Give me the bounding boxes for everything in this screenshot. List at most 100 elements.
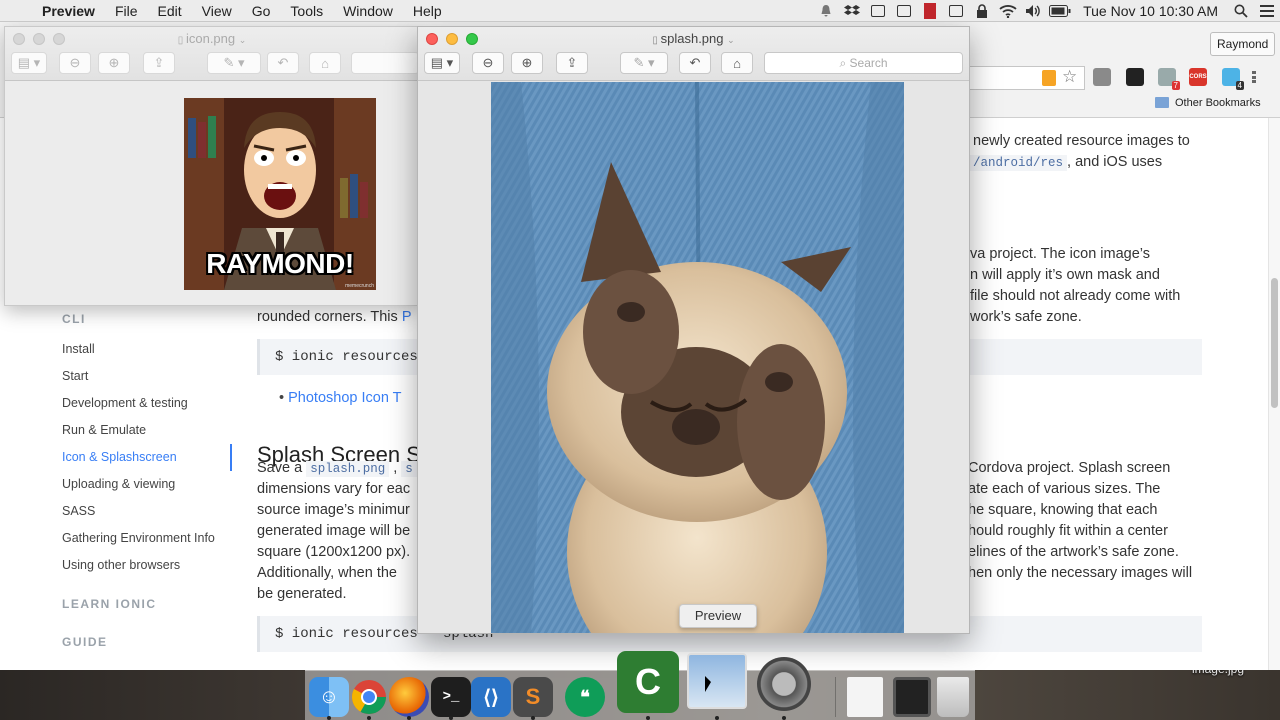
doc-text: source image’s minimur xyxy=(257,502,410,518)
bookmark-folder-icon xyxy=(1155,97,1169,108)
doc-text: ate each of various sizes. The xyxy=(968,481,1161,497)
grid-app-icon[interactable] xyxy=(893,3,915,19)
splash-preview-window[interactable]: ▯ splash.png ⌄ ▤ ▾ ⊖ ⊕ ⇪ ✎ ▾ ↶ ⌂ ⌕ Searc… xyxy=(417,26,970,634)
wifi-icon[interactable] xyxy=(997,3,1019,19)
sidebar-item-icon-splashscreen[interactable]: Icon & Splashscreen xyxy=(62,444,232,471)
menu-go[interactable]: Go xyxy=(242,0,281,22)
extension-badge: 4 xyxy=(1235,81,1244,90)
doc-text: generated image will be xyxy=(257,523,411,539)
finder-icon[interactable]: ☺ xyxy=(309,677,349,717)
extension-cors-icon[interactable]: CORS xyxy=(1189,68,1207,86)
browser-menu-icon[interactable] xyxy=(1252,68,1258,86)
chrome-icon[interactable] xyxy=(349,677,389,717)
menu-window[interactable]: Window xyxy=(333,0,403,22)
running-indicator xyxy=(715,716,719,720)
sidebar-item-install[interactable]: Install xyxy=(62,336,232,363)
running-indicator xyxy=(407,716,411,720)
bookmark-star-icon[interactable]: ☆ xyxy=(1062,67,1077,87)
share-button[interactable]: ⇪ xyxy=(143,52,175,74)
volume-icon[interactable] xyxy=(1023,3,1045,19)
extension-layers-icon[interactable] xyxy=(1126,68,1144,86)
sidebar-item-development[interactable]: Development & testing xyxy=(62,390,232,417)
notification-center-icon[interactable] xyxy=(1254,0,1280,22)
mouse-cursor xyxy=(705,676,711,692)
doc-text: Additionally, when the xyxy=(257,565,397,581)
share-button[interactable]: ⇪ xyxy=(556,52,588,74)
doc-text: he square, knowing that each xyxy=(968,502,1158,518)
notification-bell-icon[interactable] xyxy=(815,3,837,19)
kitten-photo xyxy=(491,82,904,633)
sidebar-heading-guide[interactable]: GUIDE xyxy=(62,635,232,649)
sidebar-item-environment-info[interactable]: Gathering Environment Info xyxy=(62,525,232,552)
battery-icon[interactable] xyxy=(1049,3,1071,19)
hangouts-icon[interactable]: ❝ xyxy=(565,677,605,717)
zoom-out-button[interactable]: ⊖ xyxy=(472,52,504,74)
doc-text: , and iOS uses xyxy=(1067,154,1163,170)
rotate-button[interactable]: ↶ xyxy=(679,52,711,74)
doc-text: square (1200x1200 px). xyxy=(257,544,411,560)
menu-tools[interactable]: Tools xyxy=(280,0,333,22)
sidebar-toggle-button[interactable]: ▤ ▾ xyxy=(11,52,47,74)
inline-code: splash.png xyxy=(306,461,390,477)
screen-mirror-icon[interactable] xyxy=(945,3,967,19)
firefox-icon[interactable] xyxy=(389,677,429,717)
spotlight-search-icon[interactable] xyxy=(1230,3,1252,19)
sidebar-toggle-button[interactable]: ▤ ▾ xyxy=(424,52,460,74)
sidebar-heading-learn[interactable]: LEARN IONIC xyxy=(62,597,232,611)
system-preferences-icon[interactable] xyxy=(757,657,811,711)
rss-icon[interactable] xyxy=(1042,70,1056,86)
page-scrollbar[interactable] xyxy=(1268,118,1280,670)
window-titlebar[interactable]: ▯ icon.png ⌄ ▤ ▾ ⊖ ⊕ ⇪ ✎ ▾ ↶ ⌂ xyxy=(5,27,419,81)
dropbox-icon[interactable] xyxy=(841,3,863,19)
markup-button[interactable]: ✎ ▾ xyxy=(207,52,261,74)
menubar-clock[interactable]: Tue Nov 10 10:30 AM xyxy=(1073,3,1228,19)
evernote-icon[interactable] xyxy=(867,3,889,19)
sidebar-item-uploading[interactable]: Uploading & viewing xyxy=(62,471,232,498)
menu-file[interactable]: File xyxy=(105,0,148,22)
menu-app-name[interactable]: Preview xyxy=(38,0,105,22)
doc-text: n will apply it’s own mask and xyxy=(970,267,1160,283)
lock-icon[interactable] xyxy=(971,3,993,19)
menu-view[interactable]: View xyxy=(192,0,242,22)
window-titlebar[interactable]: ▯ splash.png ⌄ ▤ ▾ ⊖ ⊕ ⇪ ✎ ▾ ↶ ⌂ ⌕ Searc… xyxy=(418,27,969,81)
scroll-thumb[interactable] xyxy=(1271,278,1278,408)
extension-image-icon[interactable] xyxy=(1093,68,1111,86)
terminal-icon[interactable]: >_ xyxy=(431,677,471,717)
vscode-icon[interactable]: ⟨⟩ xyxy=(471,677,511,717)
zoom-out-button[interactable]: ⊖ xyxy=(59,52,91,74)
extension-db-icon[interactable]: 7 xyxy=(1158,68,1180,90)
camtasia-icon[interactable]: C xyxy=(617,651,679,713)
window-title-text: icon.png xyxy=(185,31,236,46)
search-field[interactable]: ⌕ Search xyxy=(764,52,963,74)
running-indicator xyxy=(367,716,371,720)
toolbox-button[interactable]: ⌂ xyxy=(721,52,753,74)
sidebar-item-sass[interactable]: SASS xyxy=(62,498,232,525)
doc-text: newly created resource images to xyxy=(973,133,1190,149)
sidebar-item-other-browsers[interactable]: Using other browsers xyxy=(62,552,232,579)
sidebar-item-run-emulate[interactable]: Run & Emulate xyxy=(62,417,232,444)
toolbox-button[interactable]: ⌂ xyxy=(309,52,341,74)
other-bookmarks[interactable]: Other Bookmarks xyxy=(1175,97,1261,109)
markup-button[interactable]: ✎ ▾ xyxy=(620,52,668,74)
extension-user-icon[interactable]: 4 xyxy=(1222,68,1244,90)
doc-link[interactable]: P xyxy=(402,309,412,325)
preview-icon[interactable] xyxy=(687,653,747,709)
sublime-text-icon[interactable]: S xyxy=(513,677,553,717)
menu-help[interactable]: Help xyxy=(403,0,452,22)
doc-text: rounded corners. This xyxy=(257,309,398,325)
menu-edit[interactable]: Edit xyxy=(148,0,192,22)
search-field[interactable] xyxy=(351,52,419,74)
zoom-in-button[interactable]: ⊕ xyxy=(98,52,130,74)
photoshop-template-link[interactable]: Photoshop Icon T xyxy=(288,390,401,406)
doc-text: be generated. xyxy=(257,586,347,602)
trash-icon[interactable] xyxy=(937,677,969,717)
camtasia-recorder-icon[interactable] xyxy=(893,677,931,717)
meme-image: RAYMOND! memecrunch xyxy=(184,98,376,290)
document-icon[interactable] xyxy=(847,677,883,717)
profile-button[interactable]: Raymond xyxy=(1210,32,1276,56)
icon-preview-window[interactable]: ▯ icon.png ⌄ ▤ ▾ ⊖ ⊕ ⇪ ✎ ▾ ↶ ⌂ RAYMOND! xyxy=(4,26,420,306)
zoom-in-button[interactable]: ⊕ xyxy=(511,52,543,74)
sidebar-item-start[interactable]: Start xyxy=(62,363,232,390)
red-app-icon[interactable] xyxy=(919,2,941,19)
rotate-button[interactable]: ↶ xyxy=(267,52,299,74)
